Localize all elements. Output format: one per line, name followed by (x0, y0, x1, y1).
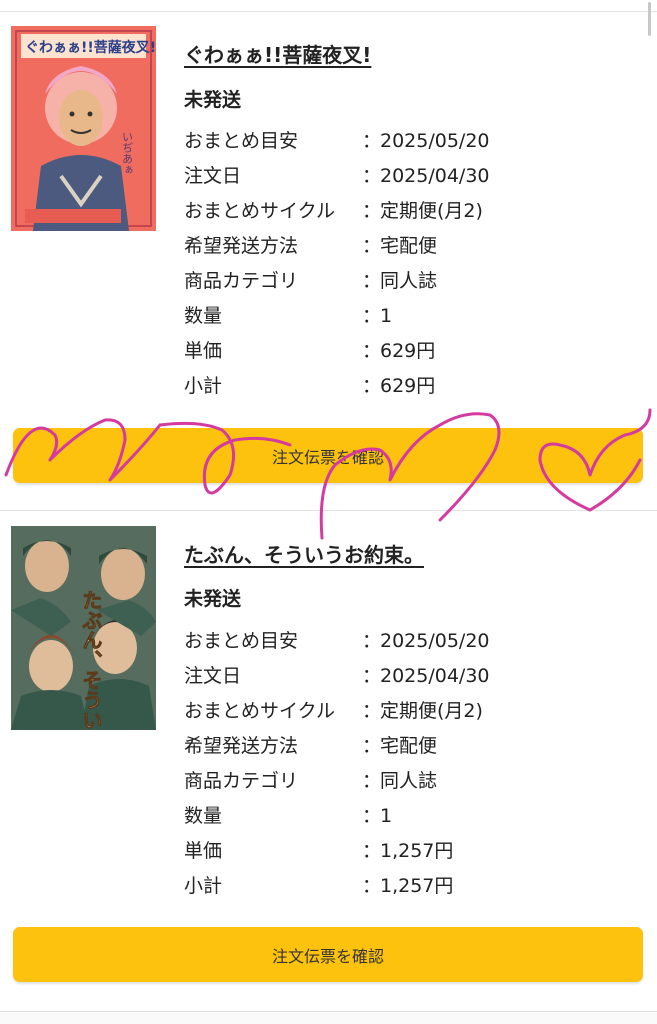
order-card: ぐわぁぁ!!菩薩夜叉! いぢあぁ ぐわぁぁ!!菩薩夜叉! 未発送 おまとめ目安 … (0, 13, 657, 511)
detail-row-category: 商品カテゴリ ： 同人誌 (184, 766, 644, 801)
order-card: たぶん、そういうお約束。 たぶん、そういうお約束。 未発送 おまとめ目安 ： 2… (0, 512, 657, 1012)
detail-label: おまとめサイクル (184, 200, 336, 222)
detail-colon: ： (362, 840, 382, 862)
detail-label: おまとめサイクル (184, 700, 336, 722)
detail-value: 1,257円 (380, 875, 454, 897)
detail-row-unit-price: 単価 ： 1,257円 (184, 836, 644, 871)
detail-label: 単価 (184, 840, 223, 862)
detail-value: 1 (380, 805, 393, 827)
detail-label: 小計 (184, 875, 223, 897)
detail-colon: ： (362, 665, 382, 687)
top-divider (0, 0, 657, 12)
detail-row-bundle-date: おまとめ目安 ： 2025/05/20 (184, 626, 644, 661)
detail-value: 宅配便 (380, 735, 438, 757)
detail-value: 2025/05/20 (380, 630, 490, 652)
detail-row-shipping-method: 希望発送方法 ： 宅配便 (184, 231, 644, 266)
detail-label: 単価 (184, 340, 223, 362)
detail-colon: ： (362, 735, 382, 757)
detail-label: 商品カテゴリ (184, 270, 299, 292)
detail-colon: ： (362, 875, 382, 897)
detail-colon: ： (362, 375, 382, 397)
detail-colon: ： (362, 235, 382, 257)
detail-label: おまとめ目安 (184, 130, 299, 152)
detail-label: おまとめ目安 (184, 630, 299, 652)
detail-value: 同人誌 (380, 770, 438, 792)
detail-value: 2025/05/20 (380, 130, 490, 152)
cover-illustration: ぐわぁぁ!!菩薩夜叉! いぢあぁ (11, 26, 156, 231)
cover-title-text: たぶん、そういうお約束。 (79, 590, 103, 730)
view-order-slip-button[interactable]: 注文伝票を確認 (13, 428, 643, 483)
detail-value: 同人誌 (380, 270, 438, 292)
product-title-link[interactable]: たぶん、そういうお約束。 (184, 539, 424, 568)
detail-label: 注文日 (184, 665, 242, 687)
detail-colon: ： (362, 700, 382, 722)
product-title-link[interactable]: ぐわぁぁ!!菩薩夜叉! (184, 39, 371, 68)
detail-row-shipping-method: 希望発送方法 ： 宅配便 (184, 731, 644, 766)
detail-row-order-date: 注文日 ： 2025/04/30 (184, 161, 644, 196)
product-cover-image[interactable]: たぶん、そういうお約束。 (11, 526, 156, 730)
detail-row-category: 商品カテゴリ ： 同人誌 (184, 266, 644, 301)
bottom-divider (0, 1013, 657, 1024)
detail-value: 2025/04/30 (380, 165, 490, 187)
detail-value: 宅配便 (380, 235, 438, 257)
detail-label: 注文日 (184, 165, 242, 187)
cover-side-text: いぢあぁ (121, 131, 134, 175)
product-cover-image[interactable]: ぐわぁぁ!!菩薩夜叉! いぢあぁ (11, 26, 156, 231)
detail-row-quantity: 数量 ： 1 (184, 801, 644, 836)
detail-row-bundle-date: おまとめ目安 ： 2025/05/20 (184, 126, 644, 161)
detail-label: 希望発送方法 (184, 235, 299, 257)
order-details: おまとめ目安 ： 2025/05/20 注文日 ： 2025/04/30 おまと… (184, 126, 644, 406)
detail-value: 629円 (380, 340, 436, 362)
detail-row-unit-price: 単価 ： 629円 (184, 336, 644, 371)
detail-row-bundle-cycle: おまとめサイクル ： 定期便(月2) (184, 696, 644, 731)
detail-colon: ： (362, 200, 382, 222)
detail-row-subtotal: 小計 ： 629円 (184, 371, 644, 406)
shipping-status: 未発送 (184, 89, 242, 111)
detail-label: 小計 (184, 375, 223, 397)
detail-label: 数量 (184, 805, 223, 827)
order-details: おまとめ目安 ： 2025/05/20 注文日 ： 2025/04/30 おまと… (184, 626, 644, 906)
cover-illustration: たぶん、そういうお約束。 (11, 526, 156, 730)
detail-row-bundle-cycle: おまとめサイクル ： 定期便(月2) (184, 196, 644, 231)
detail-label: 商品カテゴリ (184, 770, 299, 792)
detail-value: 1,257円 (380, 840, 454, 862)
detail-value: 定期便(月2) (380, 700, 483, 722)
detail-row-quantity: 数量 ： 1 (184, 301, 644, 336)
view-order-slip-button[interactable]: 注文伝票を確認 (13, 927, 643, 982)
detail-colon: ： (362, 805, 382, 827)
detail-value: 2025/04/30 (380, 665, 490, 687)
detail-colon: ： (362, 305, 382, 327)
detail-colon: ： (362, 630, 382, 652)
detail-label: 数量 (184, 305, 223, 327)
detail-colon: ： (362, 165, 382, 187)
detail-label: 希望発送方法 (184, 735, 299, 757)
detail-row-order-date: 注文日 ： 2025/04/30 (184, 661, 644, 696)
detail-colon: ： (362, 340, 382, 362)
detail-value: 629円 (380, 375, 436, 397)
detail-colon: ： (362, 130, 382, 152)
cover-title-text: ぐわぁぁ!!菩薩夜叉! (25, 39, 156, 56)
detail-value: 定期便(月2) (380, 200, 483, 222)
detail-colon: ： (362, 770, 382, 792)
detail-row-subtotal: 小計 ： 1,257円 (184, 871, 644, 906)
detail-value: 1 (380, 305, 393, 327)
shipping-status: 未発送 (184, 588, 242, 610)
detail-colon: ： (362, 270, 382, 292)
